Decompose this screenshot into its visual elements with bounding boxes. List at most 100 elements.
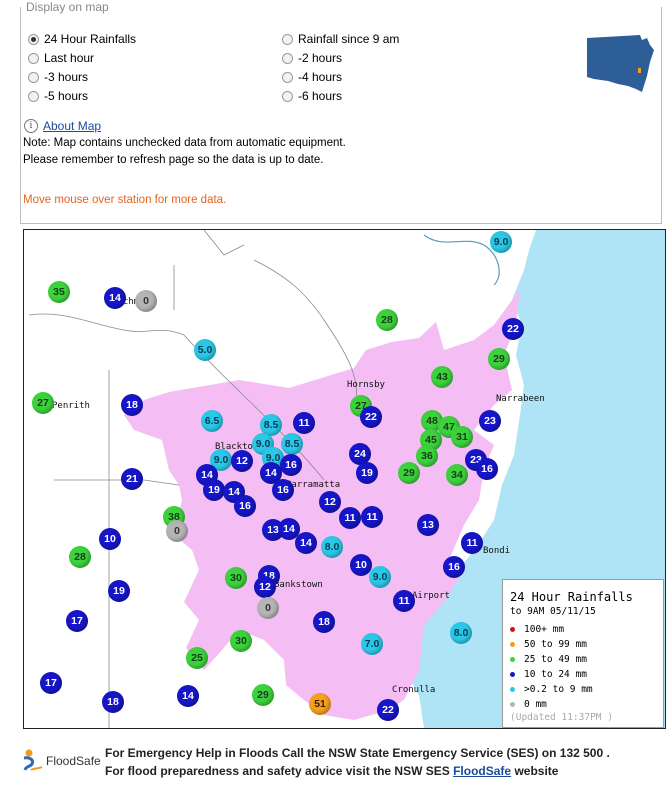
- station-marker[interactable]: 28: [69, 546, 91, 568]
- station-marker[interactable]: 13: [417, 514, 439, 536]
- station-marker[interactable]: 11: [393, 590, 415, 612]
- station-marker[interactable]: 7.0: [361, 633, 383, 655]
- footer-advice-suffix: website: [511, 764, 559, 778]
- station-marker[interactable]: 23: [479, 410, 501, 432]
- radio-last-hour[interactable]: Last hour: [28, 51, 94, 65]
- note-refresh: Please remember to refresh page so the d…: [23, 154, 324, 166]
- station-marker[interactable]: 22: [360, 406, 382, 428]
- station-marker[interactable]: 43: [431, 366, 453, 388]
- station-marker[interactable]: 11: [339, 507, 361, 529]
- station-marker[interactable]: 30: [225, 567, 247, 589]
- legend-label: 50 to 99 mm: [524, 639, 587, 650]
- station-marker[interactable]: 5.0: [194, 339, 216, 361]
- footer-emergency-text: For Emergency Help in Floods Call the NS…: [105, 746, 610, 760]
- radio-minus-2-hours[interactable]: -2 hours: [282, 51, 342, 65]
- station-marker[interactable]: 16: [272, 479, 294, 501]
- radio-button[interactable]: [28, 71, 39, 83]
- station-marker[interactable]: 16: [476, 458, 498, 480]
- radio-label: Rainfall since 9 am: [298, 32, 400, 46]
- radio-minus-4-hours[interactable]: -4 hours: [282, 70, 342, 84]
- radio-button[interactable]: [282, 33, 293, 45]
- station-marker[interactable]: 12: [231, 450, 253, 472]
- radio-since-9am[interactable]: Rainfall since 9 am: [282, 32, 399, 46]
- station-marker[interactable]: 51: [309, 693, 331, 715]
- floodsafe-icon: [23, 749, 43, 771]
- station-marker[interactable]: 35: [48, 281, 70, 303]
- radio-button[interactable]: [28, 52, 39, 64]
- town-narrabeen: Narrabeen: [496, 394, 545, 404]
- station-marker[interactable]: 11: [461, 532, 483, 554]
- legend-subtitle: to 9AM 05/11/15: [510, 606, 596, 617]
- radio-button[interactable]: [282, 52, 293, 64]
- station-marker[interactable]: 0: [166, 520, 188, 542]
- station-marker[interactable]: 8.0: [321, 536, 343, 558]
- station-marker[interactable]: 11: [293, 412, 315, 434]
- station-marker[interactable]: 18: [102, 691, 124, 713]
- town-cronulla: Cronulla: [392, 685, 436, 695]
- station-marker[interactable]: 14: [104, 287, 126, 309]
- legend-item: 100+ mm: [510, 624, 564, 635]
- station-marker[interactable]: 16: [443, 556, 465, 578]
- station-marker[interactable]: 22: [502, 318, 524, 340]
- station-marker[interactable]: 28: [376, 309, 398, 331]
- station-marker[interactable]: 16: [280, 454, 302, 476]
- station-marker[interactable]: 9.0: [490, 231, 512, 253]
- station-marker[interactable]: 18: [313, 611, 335, 633]
- about-map-row[interactable]: i About Map: [24, 119, 101, 133]
- station-marker[interactable]: 12: [319, 491, 341, 513]
- legend-dot: [510, 702, 515, 707]
- footer: FloodSafe For Emergency Help in Floods C…: [22, 744, 662, 784]
- station-marker[interactable]: 14: [177, 685, 199, 707]
- station-marker[interactable]: 10: [99, 528, 121, 550]
- radio-minus-6-hours[interactable]: -6 hours: [282, 89, 342, 103]
- legend-label: 25 to 49 mm: [524, 654, 587, 665]
- town-parramatta: Parramatta: [286, 480, 341, 490]
- about-map-link[interactable]: About Map: [43, 119, 101, 133]
- station-marker[interactable]: 29: [488, 348, 510, 370]
- legend-item: 25 to 49 mm: [510, 654, 587, 665]
- radio-label: -5 hours: [44, 89, 89, 103]
- station-marker[interactable]: 8.0: [450, 622, 472, 644]
- station-marker[interactable]: 17: [66, 610, 88, 632]
- station-marker[interactable]: 12: [254, 576, 276, 598]
- radio-button[interactable]: [28, 90, 39, 102]
- station-marker[interactable]: 19: [203, 479, 225, 501]
- station-marker[interactable]: 19: [108, 580, 130, 602]
- station-marker[interactable]: 17: [40, 672, 62, 694]
- station-marker[interactable]: 29: [398, 462, 420, 484]
- station-marker[interactable]: 34: [446, 464, 468, 486]
- map-legend: 24 Hour Rainfalls to 9AM 05/11/15 100+ m…: [502, 579, 664, 728]
- footer-advice-text: For flood preparedness and safety advice…: [105, 764, 454, 778]
- floodsafe-link[interactable]: FloodSafe: [453, 764, 511, 778]
- station-marker[interactable]: 11: [361, 506, 383, 528]
- footer-advice-line: For flood preparedness and safety advice…: [105, 764, 558, 778]
- station-marker[interactable]: 30: [230, 630, 252, 652]
- radio-button[interactable]: [282, 71, 293, 83]
- station-marker[interactable]: 0: [135, 290, 157, 312]
- note-unchecked-data: Note: Map contains unchecked data from a…: [23, 137, 346, 149]
- station-marker[interactable]: 16: [234, 495, 256, 517]
- legend-dot: [510, 687, 515, 692]
- station-marker[interactable]: 6.5: [201, 410, 223, 432]
- station-marker[interactable]: 25: [186, 647, 208, 669]
- station-marker[interactable]: 8.5: [281, 433, 303, 455]
- legend-title: 24 Hour Rainfalls: [510, 590, 633, 604]
- station-marker[interactable]: 29: [252, 684, 274, 706]
- floodsafe-logo[interactable]: FloodSafe: [22, 748, 101, 774]
- station-marker[interactable]: 21: [121, 468, 143, 490]
- station-marker[interactable]: 27: [32, 392, 54, 414]
- station-marker[interactable]: 19: [356, 462, 378, 484]
- station-marker[interactable]: 18: [121, 394, 143, 416]
- station-marker[interactable]: 9.0: [369, 566, 391, 588]
- radio-minus-5-hours[interactable]: -5 hours: [28, 89, 88, 103]
- legend-item: >0.2 to 9 mm: [510, 684, 593, 695]
- radio-24-hour[interactable]: 24 Hour Rainfalls: [28, 32, 136, 46]
- station-marker[interactable]: 22: [377, 699, 399, 721]
- station-marker[interactable]: 31: [451, 426, 473, 448]
- station-marker[interactable]: 0: [257, 597, 279, 619]
- radio-button[interactable]: [28, 33, 39, 45]
- station-marker[interactable]: 36: [416, 445, 438, 467]
- radio-minus-3-hours[interactable]: -3 hours: [28, 70, 88, 84]
- station-marker[interactable]: 14: [295, 532, 317, 554]
- radio-button[interactable]: [282, 90, 293, 102]
